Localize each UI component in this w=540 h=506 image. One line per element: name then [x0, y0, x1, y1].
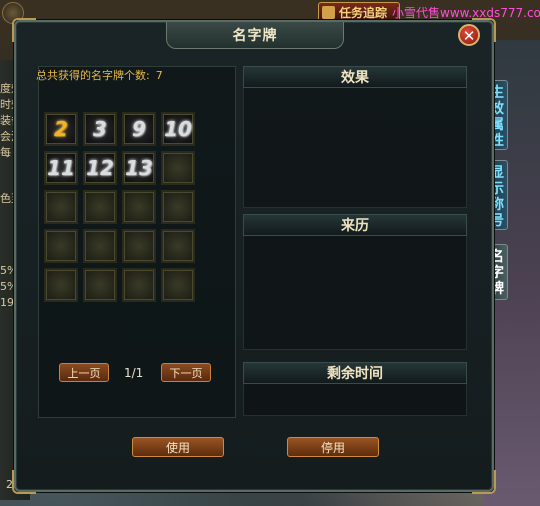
remaining-time-body	[243, 384, 467, 416]
dialog-title: 名字牌	[232, 28, 278, 44]
effect-body	[243, 88, 467, 208]
source-header: 来历	[243, 214, 467, 236]
name-plate-glyph: 3	[93, 117, 107, 141]
empty-plate-slot[interactable]	[122, 190, 156, 224]
task-tracking-label: 任务追踪	[339, 6, 388, 20]
name-plate-slot[interactable]: 3	[83, 112, 117, 146]
empty-plate-slot[interactable]	[122, 268, 156, 302]
empty-plate-slot[interactable]	[44, 268, 78, 302]
name-plate-glyph: 11	[47, 156, 75, 180]
empty-plate-slot[interactable]	[83, 190, 117, 224]
empty-plate-slot[interactable]	[161, 229, 195, 263]
plate-count: 总共获得的名字牌个数: 7	[36, 67, 163, 83]
name-plate-slot[interactable]: 2	[44, 112, 78, 146]
watermark: 小雪代售www.xxds777.com	[392, 6, 540, 20]
name-plate-glyph: 10	[164, 117, 192, 141]
empty-plate-slot[interactable]	[161, 268, 195, 302]
frame-corner	[472, 470, 496, 494]
name-plate-glyph: 9	[132, 117, 146, 141]
task-tracking-tab[interactable]: 任务追踪	[318, 2, 400, 22]
name-plate-slot[interactable]: 12	[83, 151, 117, 185]
plate-count-value: 7	[155, 69, 163, 82]
empty-plate-slot[interactable]	[161, 190, 195, 224]
frame-corner	[12, 470, 36, 494]
empty-plate-slot[interactable]	[44, 229, 78, 263]
close-button[interactable]: ✕	[458, 24, 480, 46]
effect-header: 效果	[243, 66, 467, 88]
page-indicator: 1/1	[124, 366, 144, 380]
plate-count-label: 总共获得的名字牌个数:	[36, 69, 150, 82]
use-button[interactable]: 使用	[132, 437, 224, 457]
disable-button[interactable]: 停用	[287, 437, 379, 457]
empty-plate-slot[interactable]	[83, 268, 117, 302]
prev-page-button[interactable]: 上一页	[59, 363, 109, 382]
name-plate-slot[interactable]: 10	[161, 112, 195, 146]
empty-plate-slot[interactable]	[122, 229, 156, 263]
title-bar[interactable]: 名字牌	[166, 22, 344, 49]
name-plate-slot[interactable]: 13	[122, 151, 156, 185]
remaining-time-header: 剩余时间	[243, 362, 467, 384]
task-icon	[322, 6, 335, 19]
name-plate-slot[interactable]: 9	[122, 112, 156, 146]
empty-plate-slot[interactable]	[83, 229, 117, 263]
name-plate-slot[interactable]: 11	[44, 151, 78, 185]
name-plate-glyph: 2	[54, 117, 68, 141]
empty-plate-slot[interactable]	[161, 151, 195, 185]
next-page-button[interactable]: 下一页	[161, 363, 211, 382]
frame-corner	[12, 18, 36, 42]
name-plate-glyph: 12	[86, 156, 114, 180]
empty-plate-slot[interactable]	[44, 190, 78, 224]
source-body	[243, 236, 467, 350]
name-plate-glyph: 13	[125, 156, 153, 180]
